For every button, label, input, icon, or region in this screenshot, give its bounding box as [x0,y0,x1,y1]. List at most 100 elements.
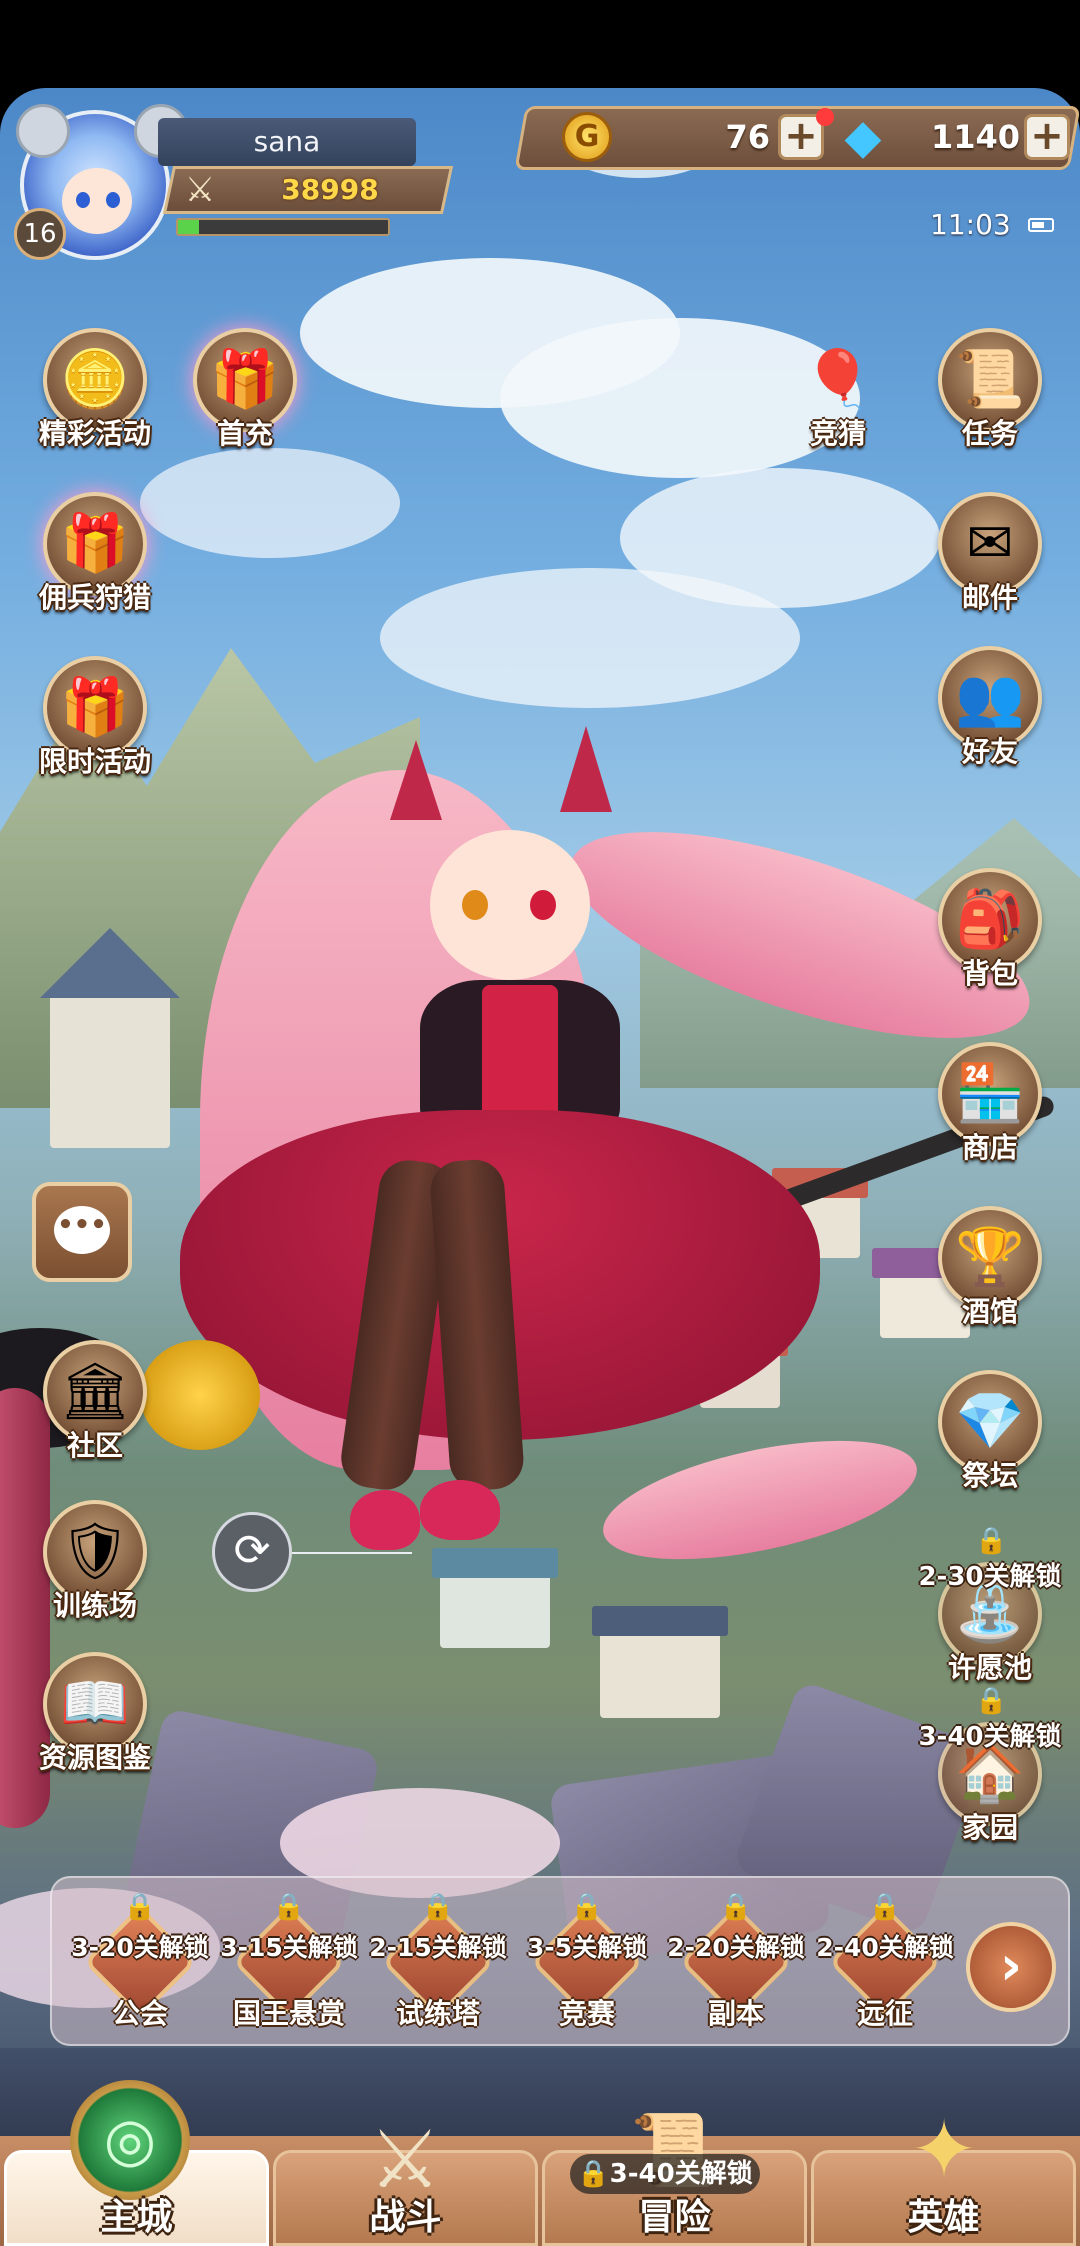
training-ground-button[interactable]: 🛡 训练场 [30,1500,160,1640]
unlock-requirement: 3-5关解锁 [526,1933,648,1962]
unlock-requirement: 2-40关解锁 [816,1933,954,1962]
roof [592,1606,728,1636]
lock-icon: 🔒 [123,1892,157,1922]
arena-label: 竞赛 [558,1997,615,2030]
lock-icon: 🔒 [975,1686,1008,1716]
character-corset [482,985,558,1125]
lock-icon: 🔒 [868,1892,902,1922]
dungeon-button[interactable]: 🔒 2-20关解锁 副本 [661,1892,811,2042]
add-gems-button[interactable]: + [1024,114,1070,160]
crossed-swords-icon: ⚔ [184,170,216,210]
player-name: sana [158,118,416,166]
dungeon-label: 副本 [707,1997,764,2030]
left-eye [462,890,488,920]
lock-icon: 🔒 [975,1526,1008,1556]
community-button[interactable]: 🏛 社区 [30,1340,160,1480]
unlock-requirement: 3-15关解锁 [220,1933,358,1962]
main-city-emblem-icon: ◎ [70,2080,190,2200]
lock-icon: 🔒 [719,1892,753,1922]
horn [390,740,442,820]
tavern-label: 酒馆 [961,1295,1018,1328]
exp-bar-fill [178,220,199,234]
next-page-arrow-button[interactable]: › [966,1922,1056,2012]
exp-bar [176,218,390,236]
right-eye [530,890,556,920]
tab-heroes-label: 英雄 [907,2197,980,2238]
guess-button[interactable]: 🎈 竞猜 [773,328,903,468]
adventure-unlock-text: 3-40关解锁 [609,2159,753,2189]
wishing-well-button[interactable]: ⛲ 🔒 2-30关解锁 许愿池 [918,1526,1061,1702]
arena-button[interactable]: 🔒 3-5关解锁 竞赛 [512,1892,662,2042]
avatar-eye [106,192,120,208]
shop-button[interactable]: 🏪 商店 [925,1042,1055,1182]
king-bounty-label: 国王悬赏 [232,1997,345,2030]
first-recharge-button[interactable]: 🎁 首充 [180,328,310,468]
rotate-view-button[interactable]: ⟳ [212,1512,292,1592]
expedition-label: 远征 [856,1997,913,2030]
unlock-requirement: 3-40关解锁 [918,1722,1062,1752]
expedition-button[interactable]: 🔒 2-40关解锁 远征 [810,1892,960,2042]
castle-roof [40,928,180,998]
resource-atlas-label: 资源图鉴 [38,1741,151,1774]
avatar-eye [76,192,90,208]
altar-label: 祭坛 [961,1459,1018,1492]
lock-icon: 🔒 [570,1892,604,1922]
mail-label: 邮件 [961,581,1018,614]
castle-tower [50,988,170,1148]
events-button[interactable]: 🪙 精彩活动 [30,328,160,468]
backpack-button[interactable]: 🎒 背包 [925,868,1055,1008]
horn [560,726,612,812]
chat-button[interactable]: ••• [32,1182,132,1282]
guess-label: 竞猜 [809,417,866,450]
guild-button[interactable]: 🔒 3-20关解锁 公会 [65,1892,215,2042]
community-label: 社区 [66,1429,123,1462]
notification-dot [816,108,834,126]
combat-power-value: 38998 [281,173,379,206]
lock-icon: 🔒 [421,1892,455,1922]
backpack-label: 背包 [961,957,1018,990]
trial-tower-button[interactable]: 🔒 2-15关解锁 试练塔 [363,1892,513,2042]
mercenary-hunt-button[interactable]: 🎁 佣兵狩猎 [30,492,160,632]
quests-button[interactable]: 📜 任务 [925,328,1055,468]
character-shoe [350,1490,420,1550]
homestead-button[interactable]: 🏠 🔒 3-40关解锁 家园 [918,1686,1061,1862]
rotate-guide-line [292,1552,412,1554]
mercenary-hunt-label: 佣兵狩猎 [38,581,151,614]
tab-adventure-label: 冒险 [638,2197,711,2238]
king-bounty-button[interactable]: 🔒 3-15关解锁 国王悬赏 [214,1892,364,2042]
resource-atlas-button[interactable]: 📖 资源图鉴 [30,1652,160,1792]
cloud [380,568,800,708]
character-shoe [420,1480,500,1540]
house [440,1568,550,1648]
diamond-gem-icon: ◆ [844,109,882,165]
avatar-face [62,168,132,234]
tavern-button[interactable]: 🏆 酒馆 [925,1206,1055,1346]
events-label: 精彩活动 [38,417,151,450]
altar-button[interactable]: 💎 祭坛 [925,1370,1055,1510]
limited-event-label: 限时活动 [38,745,151,778]
trial-tower-label: 试练塔 [395,1997,480,2030]
wishing-well-label: 许愿池 [947,1651,1032,1684]
friends-button[interactable]: 👥 好友 [925,646,1055,786]
player-level-badge: 16 [14,208,66,260]
training-ground-label: 训练场 [52,1589,137,1622]
mail-button[interactable]: ✉ 邮件 [925,492,1055,632]
unlock-requirement: 2-20关解锁 [667,1933,805,1962]
guild-label: 公会 [111,1997,168,2030]
status-time: 11:03 [930,208,1011,241]
chat-dots-icon: ••• [57,1210,107,1240]
gold-coin-icon: G [562,112,612,162]
limited-event-button[interactable]: 🎁 限时活动 [30,656,160,796]
lock-icon: 🔒 [272,1892,306,1922]
tab-battle-label: 战斗 [369,2197,442,2238]
unlock-requirement: 2-15关解锁 [369,1933,507,1962]
battery-icon [1028,218,1054,232]
character-face [430,830,590,980]
unlock-requirement: 3-20关解锁 [71,1933,209,1962]
first-recharge-label: 首充 [216,417,273,450]
quests-label: 任务 [961,417,1018,450]
tab-main-city-label: 主城 [100,2197,173,2238]
koala-ear [16,104,70,158]
roof [432,1548,558,1578]
gem-amount: 1140 [930,118,1020,156]
